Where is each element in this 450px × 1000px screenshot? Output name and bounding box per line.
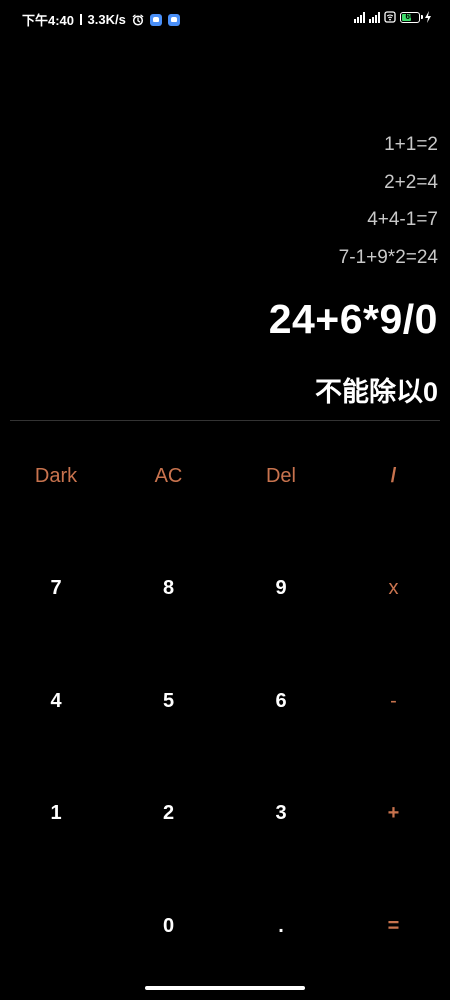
digit-7-button[interactable]: 7 xyxy=(0,533,112,645)
history-item: 2+2=4 xyxy=(384,171,438,193)
delete-button[interactable]: Del xyxy=(225,420,337,532)
result-display: 不能除以0 xyxy=(314,377,438,407)
add-button[interactable]: + xyxy=(338,758,450,870)
digit-1-button[interactable]: 1 xyxy=(0,758,112,870)
digit-4-button[interactable]: 4 xyxy=(0,645,112,757)
digit-0-button[interactable]: 0 xyxy=(113,870,225,982)
notification-icon xyxy=(167,13,180,26)
signal-icon xyxy=(369,11,380,23)
history-item: 7-1+9*2=24 xyxy=(338,246,438,268)
equals-button[interactable]: = xyxy=(338,870,450,982)
history-item: 4+4-1=7 xyxy=(367,209,438,230)
all-clear-button[interactable]: AC xyxy=(113,420,225,532)
digit-8-button[interactable]: 8 xyxy=(113,533,225,645)
digit-6-button[interactable]: 6 xyxy=(225,645,337,757)
divide-button[interactable]: / xyxy=(338,420,450,532)
history-item: 1+1=2 xyxy=(384,134,438,155)
charging-icon xyxy=(424,11,432,23)
signal-icon xyxy=(354,11,365,23)
status-left: 下午4:40 3.3K/s xyxy=(22,10,180,29)
subtract-button[interactable]: - xyxy=(338,645,450,757)
dark-mode-button[interactable]: Dark xyxy=(0,420,112,532)
alarm-icon xyxy=(132,14,144,26)
expression-display: 24+6*9/0 xyxy=(268,296,438,342)
digit-5-button[interactable]: 5 xyxy=(113,645,225,757)
battery-level: 60 xyxy=(405,11,415,21)
status-time: 下午4:40 xyxy=(22,13,75,28)
multiply-button[interactable]: x xyxy=(338,533,450,645)
notification-icon xyxy=(149,13,162,26)
keypad: Dark AC Del / 7 8 9 x 4 5 6 - 1 2 3 + 0 … xyxy=(0,420,450,982)
home-indicator[interactable] xyxy=(145,986,305,990)
status-right: 60 xyxy=(354,11,432,23)
digit-2-button[interactable]: 2 xyxy=(113,758,225,870)
digit-3-button[interactable]: 3 xyxy=(225,758,337,870)
wifi-icon xyxy=(384,11,396,23)
digit-9-button[interactable]: 9 xyxy=(225,533,337,645)
battery-icon: 60 xyxy=(400,11,423,23)
history-list: 1+1=2 2+2=4 4+4-1=7 7-1+9*2=24 xyxy=(339,126,438,276)
status-separator xyxy=(80,14,82,25)
decimal-point-button[interactable]: . xyxy=(225,870,337,982)
network-speed: 3.3K/s xyxy=(87,12,126,27)
status-bar: 下午4:40 3.3K/s 60 xyxy=(0,0,450,36)
